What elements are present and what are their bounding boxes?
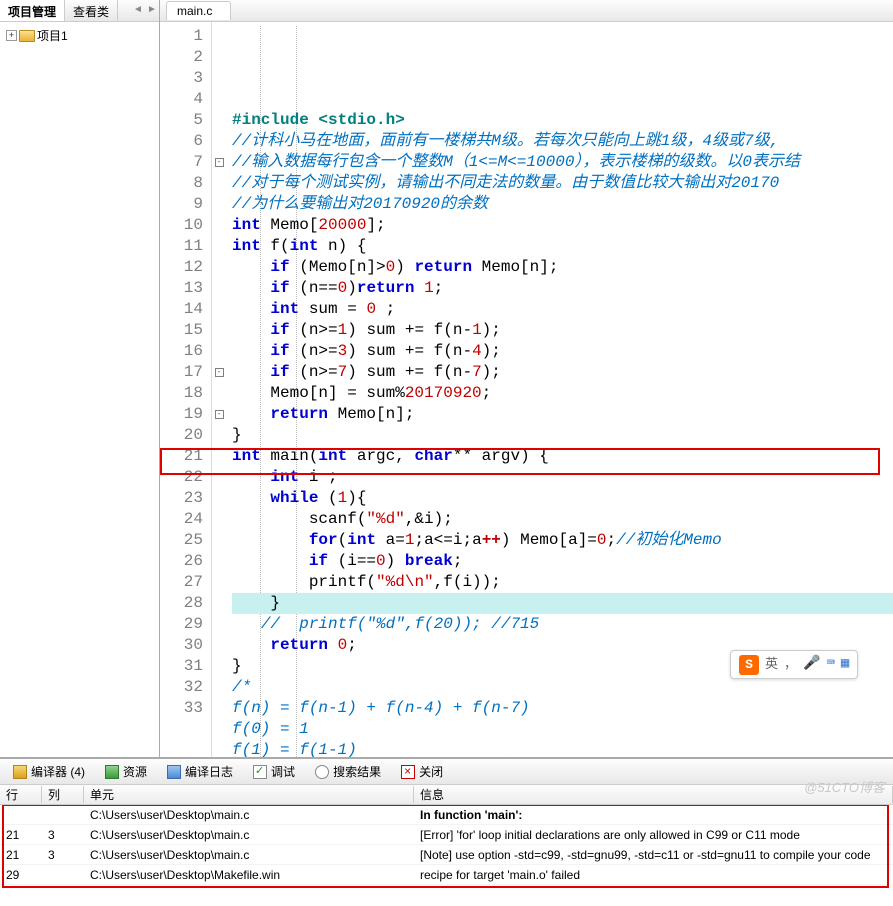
debug-icon	[253, 765, 267, 779]
file-tab-bar: main.c	[160, 0, 893, 22]
editor-area: main.c 123456789101112131415161718192021…	[160, 0, 893, 757]
compiler-row[interactable]: 29C:\Users\user\Desktop\Makefile.winreci…	[0, 865, 893, 885]
project-sidebar: 项目管理 查看类 ◄ ► + 项目1	[0, 0, 160, 757]
tab-debug[interactable]: 调试	[244, 760, 304, 783]
code-content[interactable]: #include <stdio.h>//计科小马在地面，面前有一楼梯共M级。若每…	[226, 22, 893, 757]
tab-compile-log[interactable]: 编译日志	[158, 760, 242, 783]
file-tab-main-c[interactable]: main.c	[166, 1, 231, 20]
tab-log-label: 编译日志	[185, 763, 233, 780]
tab-resources[interactable]: 资源	[96, 760, 156, 783]
ime-punct[interactable]: ，	[784, 654, 797, 675]
log-icon	[167, 765, 181, 779]
tab-search-label: 搜索结果	[333, 763, 381, 780]
sidebar-tab-next[interactable]: ►	[145, 0, 159, 21]
code-editor[interactable]: 1234567891011121314151617181920212223242…	[160, 22, 893, 757]
resources-icon	[105, 765, 119, 779]
compiler-row[interactable]: 213C:\Users\user\Desktop\main.c[Note] us…	[0, 845, 893, 865]
compiler-icon	[13, 765, 27, 779]
tab-close-label: 关闭	[419, 763, 443, 780]
sidebar-tabs: 项目管理 查看类 ◄ ►	[0, 0, 159, 22]
folder-icon	[19, 28, 35, 42]
ime-logo-icon: S	[739, 655, 759, 675]
col-unit[interactable]: 单元	[84, 786, 414, 803]
project-tree[interactable]: + 项目1	[0, 22, 159, 757]
compiler-grid-body[interactable]: C:\Users\user\Desktop\main.cIn function …	[0, 805, 893, 906]
tab-debug-label: 调试	[271, 763, 295, 780]
keyboard-icon[interactable]: ⌨	[826, 654, 834, 675]
expand-icon[interactable]: +	[6, 30, 17, 41]
line-gutter: 1234567891011121314151617181920212223242…	[160, 22, 212, 757]
bottom-panel: 编译器 (4) 资源 编译日志 调试 搜索结果 关闭 行 列 单元 信息 C:\…	[0, 758, 893, 906]
bottom-tab-bar: 编译器 (4) 资源 编译日志 调试 搜索结果 关闭	[0, 759, 893, 785]
compiler-grid-header: 行 列 单元 信息	[0, 785, 893, 805]
fold-toggle[interactable]: -	[215, 158, 224, 167]
tab-search-results[interactable]: 搜索结果	[306, 760, 390, 783]
grid-icon[interactable]: ▦	[841, 654, 849, 675]
col-info[interactable]: 信息	[414, 786, 893, 803]
fold-toggle[interactable]: -	[215, 410, 224, 419]
mic-icon[interactable]: 🎤	[803, 654, 820, 675]
ime-lang[interactable]: 英	[765, 654, 778, 675]
close-icon	[401, 765, 415, 779]
search-icon	[315, 765, 329, 779]
col-line[interactable]: 行	[0, 786, 42, 803]
fold-toggle[interactable]: -	[215, 368, 224, 377]
tab-close[interactable]: 关闭	[392, 760, 452, 783]
tab-project-mgmt[interactable]: 项目管理	[0, 0, 65, 21]
tab-compiler-label: 编译器 (4)	[31, 763, 85, 780]
col-col[interactable]: 列	[42, 786, 84, 803]
compiler-row[interactable]: 213C:\Users\user\Desktop\main.c[Error] '…	[0, 825, 893, 845]
tab-compiler[interactable]: 编译器 (4)	[4, 760, 94, 783]
ime-toolbar[interactable]: S 英 ， 🎤 ⌨ ▦	[730, 650, 858, 679]
tree-root-label: 项目1	[37, 27, 68, 44]
compiler-row[interactable]: C:\Users\user\Desktop\main.cIn function …	[0, 805, 893, 825]
tab-view-classes[interactable]: 查看类	[65, 0, 118, 21]
tab-resources-label: 资源	[123, 763, 147, 780]
sidebar-tab-prev[interactable]: ◄	[131, 0, 145, 21]
fold-column: - - -	[212, 22, 226, 757]
tree-root-row[interactable]: + 项目1	[6, 26, 153, 44]
